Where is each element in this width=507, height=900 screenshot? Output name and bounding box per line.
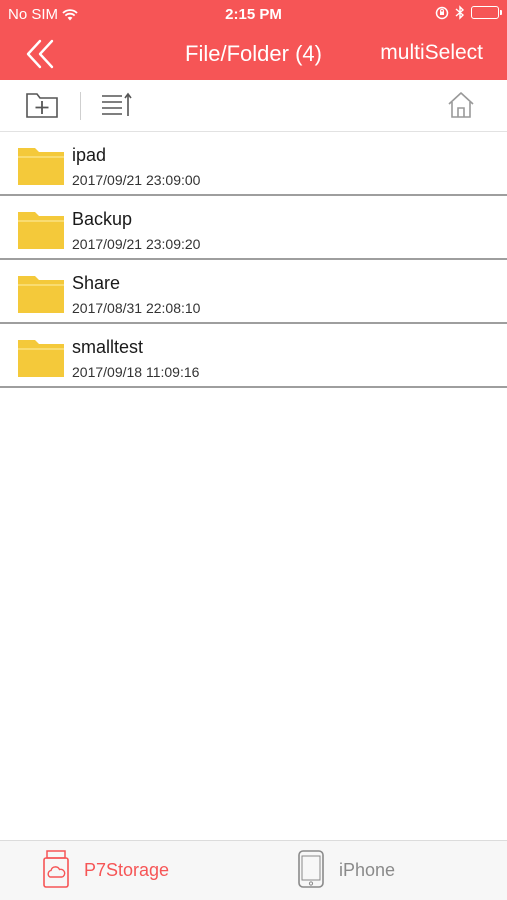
bluetooth-icon <box>455 5 465 20</box>
iphone-icon <box>298 850 324 888</box>
status-icons <box>435 5 502 20</box>
list-item[interactable]: ipad 2017/09/21 23:09:00 <box>0 132 507 196</box>
tab-label: P7Storage <box>84 860 170 880</box>
folder-icon <box>18 212 64 249</box>
list-item[interactable]: Backup 2017/09/21 23:09:20 <box>0 196 507 260</box>
clock: 2:15 PM <box>225 6 282 23</box>
home-icon <box>448 92 474 118</box>
file-name: Backup <box>72 209 133 229</box>
file-date: 2017/09/21 23:09:00 <box>72 172 201 188</box>
folder-icon <box>18 276 64 313</box>
tab-bar: P7Storage iPhone <box>0 840 507 900</box>
file-date: 2017/09/21 23:09:20 <box>72 236 201 252</box>
folder-icon <box>18 148 64 185</box>
folder-plus-icon <box>26 93 58 118</box>
list-item[interactable]: Share 2017/08/31 22:08:10 <box>0 260 507 324</box>
multiselect-button[interactable]: multiSelect <box>380 41 483 65</box>
status-bar: No SIM 2:15 PM <box>0 0 507 28</box>
toolbar-divider <box>80 92 81 120</box>
navigation-bar: File/Folder (4) multiSelect <box>0 28 507 80</box>
file-name: ipad <box>72 145 107 165</box>
file-list: ipad 2017/09/21 23:09:00 Backup 2017/09/… <box>0 132 507 388</box>
new-folder-button[interactable] <box>25 90 59 125</box>
home-button[interactable] <box>446 90 476 125</box>
tab-p7storage[interactable]: P7Storage <box>0 841 253 900</box>
sort-list-icon <box>102 92 132 116</box>
file-name: Share <box>72 273 121 293</box>
battery-icon <box>471 6 502 19</box>
orientation-lock-icon <box>435 6 449 19</box>
tab-label: iPhone <box>339 860 396 880</box>
sort-button[interactable] <box>100 90 134 125</box>
file-name: smalltest <box>72 337 144 357</box>
toolbar <box>0 80 507 132</box>
file-date: 2017/09/18 11:09:16 <box>72 364 200 380</box>
file-date: 2017/08/31 22:08:10 <box>72 300 201 316</box>
tab-iphone[interactable]: iPhone <box>253 841 506 900</box>
list-item[interactable]: smalltest 2017/09/18 11:09:16 <box>0 324 507 388</box>
storage-cloud-icon <box>43 850 69 888</box>
folder-icon <box>18 340 64 377</box>
